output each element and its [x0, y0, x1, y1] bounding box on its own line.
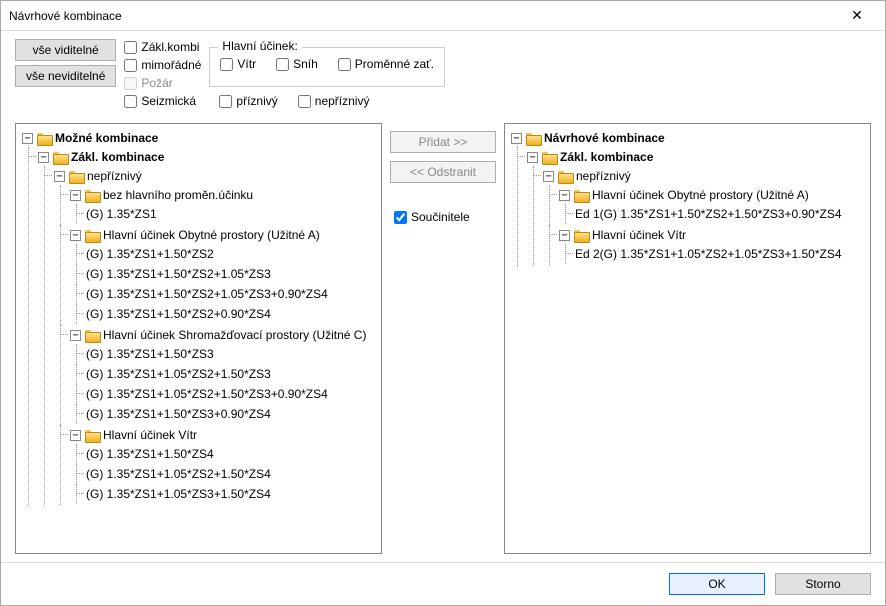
tree-root-label: Možné kombinace — [55, 129, 158, 147]
dialog-window: Návrhové kombinace ✕ vše viditelné vše n… — [0, 0, 886, 606]
main-area: − Možné kombinace − Zákl. kombinace — [1, 119, 885, 562]
tree-toggle[interactable]: − — [559, 190, 570, 201]
folder-icon — [85, 229, 99, 241]
cancel-button[interactable]: Storno — [775, 573, 871, 595]
window-title: Návrhové kombinace — [9, 9, 837, 23]
mimoradne-label: mimořádné — [141, 57, 201, 73]
visibility-buttons: vše viditelné vše neviditelné — [15, 39, 116, 87]
tree-label: Hlavní účinek Vítr — [103, 426, 197, 444]
snih-checkbox[interactable]: Sníh — [276, 56, 318, 72]
folder-icon — [85, 329, 99, 341]
priznivy-checkbox[interactable]: příznivý — [219, 93, 277, 109]
mimoradne-checkbox[interactable]: mimořádné — [124, 57, 201, 73]
tree-toggle[interactable]: − — [511, 133, 522, 144]
vitr-checkbox[interactable]: Vítr — [220, 56, 256, 72]
tree-toggle[interactable]: − — [70, 190, 81, 201]
remove-button[interactable]: << Odstranit — [390, 161, 496, 183]
tree-toggle[interactable]: − — [527, 152, 538, 163]
nepriznivy-checkbox[interactable]: nepříznivý — [298, 93, 370, 109]
design-combinations-tree[interactable]: − Návrhové kombinace − Zákl. kombinace — [504, 123, 871, 554]
titlebar: Návrhové kombinace ✕ — [1, 1, 885, 31]
nepriznivy-label: nepříznivý — [315, 93, 370, 109]
promenne-label: Proměnné zať. — [355, 56, 434, 72]
folder-icon — [85, 189, 99, 201]
tree-toggle[interactable]: − — [559, 230, 570, 241]
vitr-label: Vítr — [237, 56, 256, 72]
soucinitele-label: Součinitele — [411, 209, 470, 225]
dialog-footer: OK Storno — [1, 562, 885, 605]
add-button[interactable]: Přidat >> — [390, 131, 496, 153]
seizmicka-label: Seizmická — [141, 93, 196, 109]
tree-leaf[interactable]: (G) 1.35*ZS1+1.50*ZS2+0.90*ZS4 — [86, 305, 271, 323]
tree-label: Hlavní účinek Obytné prostory (Užitné A) — [592, 186, 809, 204]
tree-leaf[interactable]: (G) 1.35*ZS1+1.50*ZS3+0.90*ZS4 — [86, 405, 271, 423]
possible-combinations-tree[interactable]: − Možné kombinace − Zákl. kombinace — [15, 123, 382, 554]
soucinitele-checkbox[interactable]: Součinitele — [390, 209, 496, 225]
folder-icon — [558, 170, 572, 182]
all-visible-button[interactable]: vše viditelné — [15, 39, 116, 61]
tree-toggle[interactable]: − — [70, 430, 81, 441]
tree-label: bez hlavního proměn.účinku — [103, 186, 253, 204]
pozar-checkbox: Požár — [124, 75, 201, 91]
tree-leaf[interactable]: (G) 1.35*ZS1+1.50*ZS2+1.05*ZS3 — [86, 265, 271, 283]
tree-label: nepříznivý — [87, 167, 142, 185]
folder-icon — [53, 151, 67, 163]
tree-label: Hlavní účinek Vítr — [592, 226, 686, 244]
tree-toggle[interactable]: − — [543, 171, 554, 182]
folder-icon — [37, 132, 51, 144]
ok-button[interactable]: OK — [669, 573, 765, 595]
tree-leaf[interactable]: (G) 1.35*ZS1+1.50*ZS4 — [86, 445, 214, 463]
folder-icon — [574, 189, 588, 201]
main-effect-group: Hlavní účinek: Vítr Sníh Proměnné zať. — [209, 47, 445, 87]
folder-icon — [574, 229, 588, 241]
tree-toggle[interactable]: − — [38, 152, 49, 163]
all-hidden-button[interactable]: vše neviditelné — [15, 65, 116, 87]
pozar-label: Požár — [141, 75, 172, 91]
tree-leaf[interactable]: (G) 1.35*ZS1 — [86, 205, 157, 223]
folder-icon — [85, 429, 99, 441]
priznivy-label: příznivý — [236, 93, 277, 109]
tree-leaf[interactable]: (G) 1.35*ZS1+1.05*ZS3+1.50*ZS4 — [86, 485, 271, 503]
tree-toggle[interactable]: − — [54, 171, 65, 182]
tree-leaf[interactable]: (G) 1.35*ZS1+1.05*ZS2+1.50*ZS3+0.90*ZS4 — [86, 385, 328, 403]
seizmicka-checkbox[interactable]: Seizmická — [124, 93, 201, 109]
main-effect-legend: Hlavní účinek: — [218, 39, 301, 53]
close-button[interactable]: ✕ — [837, 2, 877, 30]
tree-leaf[interactable]: Ed 1(G) 1.35*ZS1+1.50*ZS2+1.50*ZS3+0.90*… — [575, 205, 842, 223]
combo-type-checkboxes: Zákl.kombi mimořádné Požár Seizmická — [124, 39, 201, 109]
transfer-controls: Přidat >> << Odstranit Součinitele — [390, 123, 496, 554]
snih-label: Sníh — [293, 56, 318, 72]
tree-leaf[interactable]: (G) 1.35*ZS1+1.50*ZS2+1.05*ZS3+0.90*ZS4 — [86, 285, 328, 303]
tree-leaf[interactable]: (G) 1.35*ZS1+1.50*ZS2 — [86, 245, 214, 263]
tree-root-label: Návrhové kombinace — [544, 129, 665, 147]
zakl-kombi-checkbox[interactable]: Zákl.kombi — [124, 39, 201, 55]
zakl-kombi-label: Zákl.kombi — [141, 39, 199, 55]
tree-label: Zákl. kombinace — [71, 148, 164, 166]
close-icon: ✕ — [851, 7, 863, 24]
tree-toggle[interactable]: − — [22, 133, 33, 144]
tree-label: Zákl. kombinace — [560, 148, 653, 166]
tree-toggle[interactable]: − — [70, 330, 81, 341]
tree-leaf[interactable]: (G) 1.35*ZS1+1.50*ZS3 — [86, 345, 214, 363]
folder-icon — [542, 151, 556, 163]
tree-label: nepříznivý — [576, 167, 631, 185]
tree-label: Hlavní účinek Shromažďovací prostory (Už… — [103, 326, 366, 344]
tree-leaf[interactable]: (G) 1.35*ZS1+1.05*ZS2+1.50*ZS3 — [86, 365, 271, 383]
tree-toggle[interactable]: − — [70, 230, 81, 241]
folder-icon — [526, 132, 540, 144]
tree-leaf[interactable]: Ed 2(G) 1.35*ZS1+1.05*ZS2+1.05*ZS3+1.50*… — [575, 245, 842, 263]
promenne-checkbox[interactable]: Proměnné zať. — [338, 56, 434, 72]
tree-leaf[interactable]: (G) 1.35*ZS1+1.05*ZS2+1.50*ZS4 — [86, 465, 271, 483]
folder-icon — [69, 170, 83, 182]
tree-label: Hlavní účinek Obytné prostory (Užitné A) — [103, 226, 320, 244]
top-controls: vše viditelné vše neviditelné Zákl.kombi… — [1, 31, 885, 119]
